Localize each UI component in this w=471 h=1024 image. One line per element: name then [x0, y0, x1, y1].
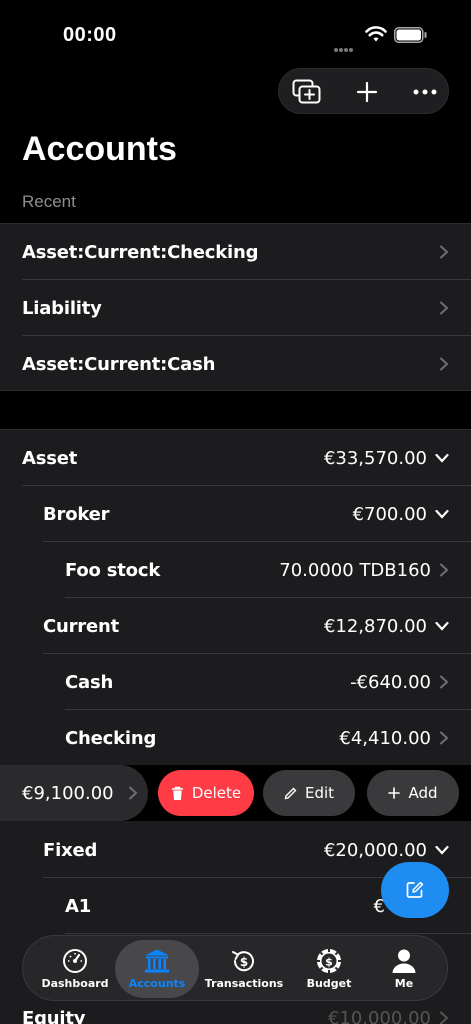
account-label: Broker [43, 503, 110, 525]
account-balance: €20,000.00 [323, 839, 427, 861]
recent-item-label: Liability [22, 297, 102, 319]
tab-me[interactable]: Me [362, 940, 446, 998]
account-balance: -€640.00 [350, 671, 431, 693]
chevron-right-icon [440, 1011, 449, 1024]
tab-label: Budget [306, 977, 352, 990]
toolbar [278, 68, 449, 114]
add-label: Add [408, 784, 438, 802]
plus-icon [356, 81, 378, 103]
add-button[interactable] [347, 75, 387, 109]
gauge-icon [63, 949, 87, 973]
chevron-right-icon [128, 786, 138, 800]
account-balance: 70.0000 TDB160 [279, 559, 431, 581]
tab-bar: Dashboard Accounts $ Transactions $ Budg… [22, 935, 448, 1001]
edit-button[interactable]: Edit [263, 770, 355, 816]
svg-text:$: $ [325, 956, 333, 969]
account-label: Checking [65, 727, 157, 749]
battery-icon [394, 27, 427, 43]
account-label: Equity [22, 1007, 86, 1024]
swiped-account-row: €9,100.00 Delete Edit Add [0, 765, 471, 821]
ellipsis-icon [413, 89, 437, 95]
account-row-cash[interactable]: Cash -€640.00 [65, 654, 471, 710]
tab-dashboard[interactable]: Dashboard [33, 940, 117, 998]
new-group-button[interactable] [287, 75, 327, 109]
add-child-button[interactable]: Add [367, 770, 459, 816]
tab-label: Accounts [128, 977, 186, 990]
account-row-foo-stock[interactable]: Foo stock 70.0000 TDB160 [65, 542, 471, 598]
account-label: Fixed [43, 839, 98, 861]
recent-item-label: Asset:Current:Cash [22, 353, 216, 375]
account-balance: €12,870.00 [323, 615, 427, 637]
account-balance: €33,570.00 [323, 447, 427, 469]
account-balance: €700.00 [352, 503, 427, 525]
edit-label: Edit [304, 784, 335, 802]
tab-label: Dashboard [41, 977, 109, 990]
compose-icon [406, 881, 424, 898]
account-label: Asset [22, 447, 78, 469]
recent-item[interactable]: Liability [22, 280, 471, 336]
plus-icon [388, 787, 401, 799]
chevron-down-icon[interactable] [435, 621, 449, 631]
chevron-down-icon[interactable] [435, 453, 449, 463]
chevron-right-icon [440, 357, 449, 371]
recent-item-label: Asset:Current:Checking [22, 241, 259, 263]
delete-label: Delete [191, 784, 242, 802]
recent-item[interactable]: Asset:Current:Checking [22, 224, 471, 280]
chevron-right-icon [440, 675, 449, 689]
account-label: Current [43, 615, 120, 637]
add-group-icon [292, 79, 321, 104]
account-label: Foo stock [65, 559, 161, 581]
recent-list: Asset:Current:Checking Liability Asset:C… [0, 223, 471, 391]
recent-section-header: Recent [22, 192, 76, 211]
recent-item[interactable]: Asset:Current:Cash [22, 336, 471, 392]
swiped-row-content[interactable]: €9,100.00 [0, 765, 148, 821]
chevron-right-icon [440, 563, 449, 577]
page-title: Accounts [22, 130, 177, 168]
delete-button[interactable]: Delete [158, 770, 254, 816]
tab-label: Transactions [204, 977, 284, 990]
tab-transactions[interactable]: $ Transactions [202, 940, 286, 998]
tab-label: Me [394, 977, 414, 990]
account-label: Cash [65, 671, 114, 693]
pencil-icon [284, 787, 297, 799]
account-row-asset[interactable]: Asset €33,570.00 [22, 430, 471, 486]
account-label: A1 [65, 895, 92, 917]
trash-icon [171, 786, 183, 800]
chevron-right-icon [440, 301, 449, 315]
account-row-current[interactable]: Current €12,870.00 [43, 598, 471, 654]
account-balance: €10,000.00 [327, 1007, 431, 1024]
chevron-right-icon [440, 731, 449, 745]
account-balance: €4,410.00 [339, 727, 431, 749]
more-button[interactable] [405, 75, 445, 109]
account-row-broker[interactable]: Broker €700.00 [43, 486, 471, 542]
svg-text:$: $ [240, 955, 248, 969]
person-icon [392, 949, 416, 973]
chevron-down-icon[interactable] [435, 845, 449, 855]
compose-fab[interactable] [381, 862, 449, 918]
chevron-down-icon[interactable] [435, 509, 449, 519]
tab-accounts[interactable]: Accounts [115, 940, 199, 998]
signal-icon [334, 39, 358, 52]
wifi-icon [365, 26, 387, 42]
dollar-chip-icon: $ [317, 949, 341, 973]
account-balance: €9,100.00 [22, 782, 114, 804]
chevron-right-icon [440, 245, 449, 259]
status-bar: 00:00 [0, 0, 471, 60]
status-time: 00:00 [63, 24, 117, 46]
dollar-cycle-icon: $ [232, 951, 254, 972]
bank-icon [145, 949, 169, 973]
account-row-checking[interactable]: Checking €4,410.00 [65, 710, 471, 766]
tab-budget[interactable]: $ Budget [287, 940, 371, 998]
